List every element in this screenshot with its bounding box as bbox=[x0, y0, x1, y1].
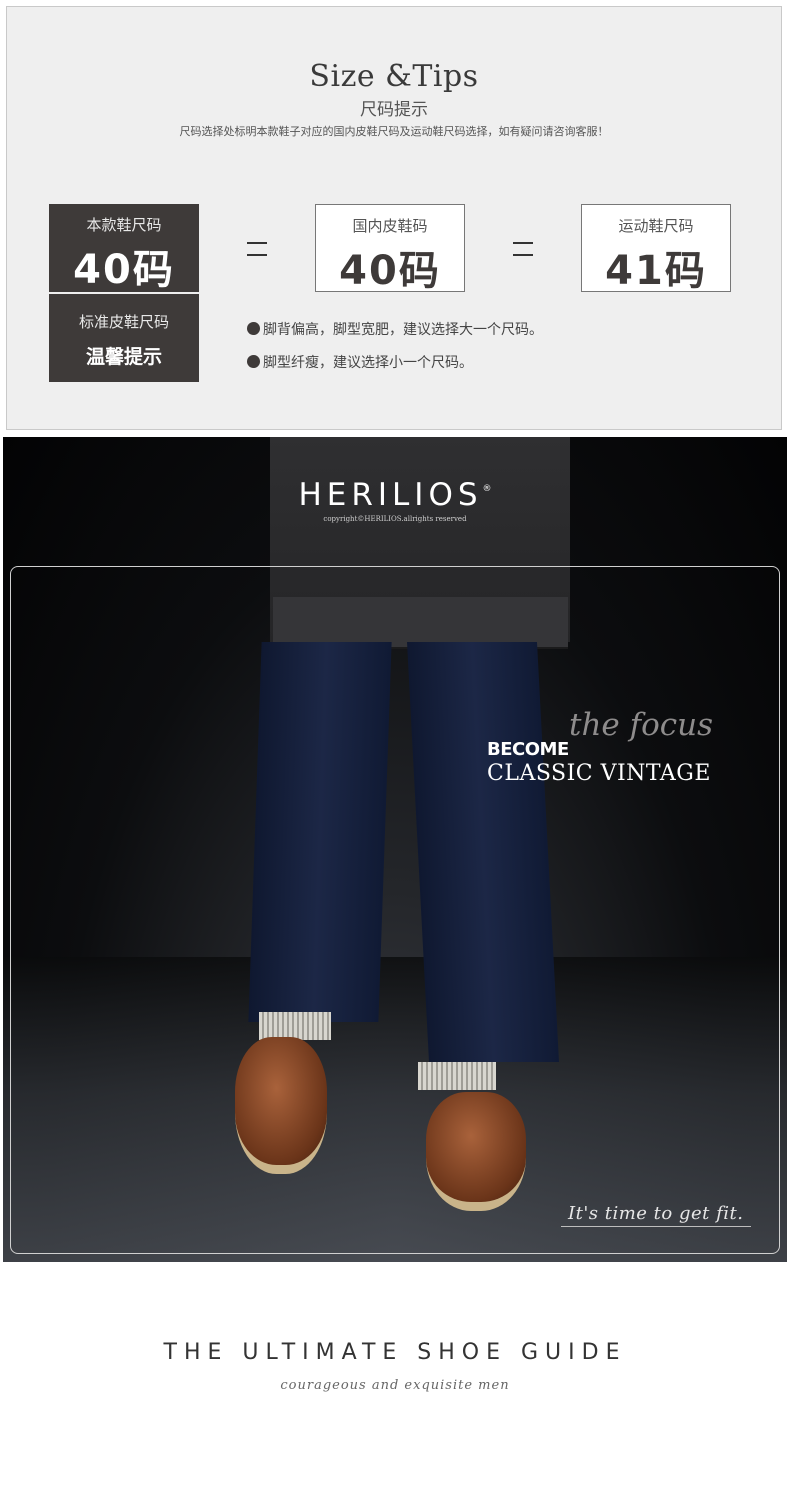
sports-size-value: 41码 bbox=[605, 248, 707, 294]
tip-item: 脚背偏高，脚型宽肥，建议选择大一个尺码。 bbox=[247, 319, 543, 339]
bullet-icon bbox=[247, 322, 260, 335]
guide-title: THE ULTIMATE SHOE GUIDE bbox=[163, 1340, 627, 1365]
slogan-underline bbox=[561, 1226, 751, 1227]
standard-size-label: 标准皮鞋尺码 bbox=[78, 313, 169, 331]
focus-script: the focus bbox=[569, 707, 713, 743]
copyright-text: copyright©HERILIOS.allrights reserved bbox=[323, 515, 467, 523]
size-tips-panel: Size &Tips 尺码提示 尺码选择处标明本款鞋子对应的国内皮鞋尺码及运动鞋… bbox=[6, 6, 782, 430]
sports-size-box: 运动鞋尺码 41码 bbox=[581, 204, 731, 294]
size-tips-description: 尺码选择处标明本款鞋子对应的国内皮鞋尺码及运动鞋尺码选择，如有疑问请咨询客服！ bbox=[179, 125, 609, 138]
domestic-leather-size-value: 40码 bbox=[339, 248, 441, 294]
size-tips-subtitle: 尺码提示 bbox=[360, 100, 428, 120]
tip-text: 脚型纤瘦，建议选择小一个尺码。 bbox=[263, 355, 473, 371]
domestic-leather-size-label: 国内皮鞋码 bbox=[352, 217, 428, 235]
tip-item: 脚型纤瘦，建议选择小一个尺码。 bbox=[247, 352, 473, 372]
equals-icon bbox=[247, 242, 267, 256]
this-style-size-box: 本款鞋尺码 40码 bbox=[49, 204, 199, 293]
domestic-leather-size-box: 国内皮鞋码 40码 bbox=[315, 204, 465, 294]
banner-frame bbox=[10, 566, 780, 1254]
this-style-size-value: 40码 bbox=[73, 247, 175, 293]
this-style-size-label: 本款鞋尺码 bbox=[86, 216, 162, 234]
become-heading: BECOME bbox=[487, 739, 569, 760]
sports-size-label: 运动鞋尺码 bbox=[618, 217, 694, 235]
classic-vintage-heading: CLASSIC VINTAGE bbox=[487, 761, 711, 786]
slogan-script: It's time to get fit. bbox=[568, 1203, 744, 1224]
standard-size-note: 温馨提示 bbox=[85, 346, 162, 368]
tip-text: 脚背偏高，脚型宽肥，建议选择大一个尺码。 bbox=[263, 322, 543, 338]
registered-mark: ® bbox=[482, 484, 492, 494]
size-tips-title: Size &Tips bbox=[309, 59, 479, 94]
brand-logo: HERILIOS® bbox=[3, 477, 787, 513]
standard-size-box: 标准皮鞋尺码 温馨提示 bbox=[49, 294, 199, 382]
guide-subtitle: courageous and exquisite men bbox=[280, 1378, 510, 1393]
brand-name: HERILIOS bbox=[298, 477, 483, 513]
equals-icon bbox=[513, 242, 533, 256]
bullet-icon bbox=[247, 355, 260, 368]
product-photo-banner: HERILIOS® copyright©HERILIOS.allrights r… bbox=[3, 437, 787, 1262]
